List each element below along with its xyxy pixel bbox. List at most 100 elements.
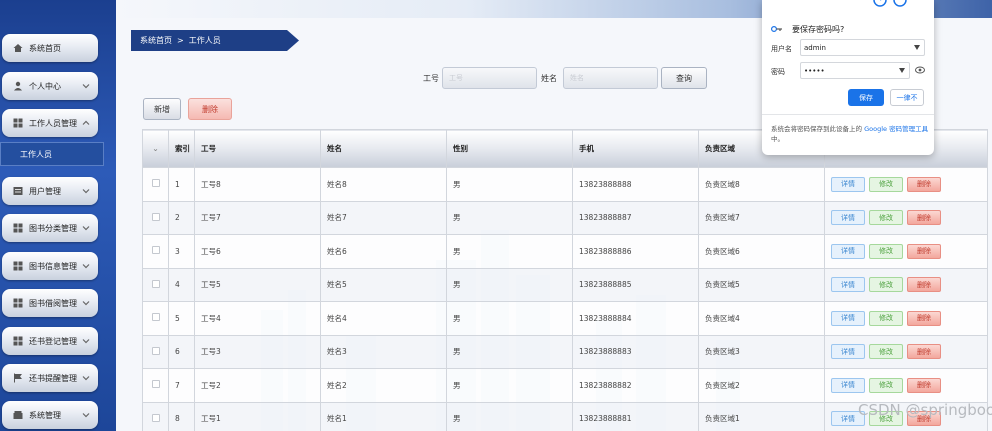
edit-button[interactable]: 修改 [869, 210, 903, 226]
grid-icon [13, 336, 23, 346]
username-label: 用户名 [771, 45, 792, 53]
sidebar-item[interactable]: 图书信息管理 [2, 252, 98, 280]
table-row[interactable]: 7 工号2 姓名2 男 13823888882 负责区域2 详情 修改 删除 [142, 368, 988, 403]
cell-name: 姓名3 [320, 334, 447, 369]
sidebar-item[interactable]: 还书提醒管理 [2, 364, 98, 392]
table-row[interactable]: 5 工号4 姓名4 男 13823888884 负责区域4 详情 修改 删除 [142, 301, 988, 336]
delete-button[interactable]: 删除 [907, 310, 941, 326]
cell-phone: 13823888886 [572, 234, 699, 269]
row-checkbox[interactable] [151, 179, 160, 188]
sidebar: 系统首页个人中心工作人员管理 用户管理图书分类管理 图书信息管理图书借阅管理还书登记… [0, 0, 116, 431]
edit-button[interactable]: 修改 [869, 243, 903, 259]
chevron-down-icon[interactable] [81, 410, 91, 420]
chevron-up-icon[interactable] [81, 118, 91, 128]
sidebar-item[interactable]: 用户管理 [2, 177, 98, 205]
sidebar-item-label: 系统管理 [29, 410, 61, 420]
dropdown-caret-icon[interactable] [914, 45, 920, 50]
detail-button[interactable]: 详情 [831, 176, 865, 192]
cell-phone: 13823888884 [572, 301, 699, 336]
chevron-down-icon[interactable] [81, 261, 91, 271]
column-header[interactable]: ⌄ [142, 129, 169, 168]
sidebar-item[interactable]: 个人中心 [2, 72, 98, 100]
table-row[interactable]: 2 工号7 姓名7 男 13823888887 负责区域7 详情 修改 删除 [142, 200, 988, 235]
row-checkbox[interactable] [151, 413, 160, 422]
cell-id: 工号2 [194, 368, 321, 403]
watermark: CSDN @springboot666666 [858, 401, 992, 419]
chevron-down-icon[interactable] [81, 223, 91, 233]
chevron-down-icon[interactable] [81, 298, 91, 308]
cell-id: 工号5 [194, 267, 321, 302]
edit-button[interactable]: 修改 [869, 377, 903, 393]
edit-button[interactable]: 修改 [869, 310, 903, 326]
sidebar-item[interactable]: 图书借阅管理 [2, 289, 98, 317]
row-checkbox[interactable] [151, 313, 160, 322]
delete-button[interactable]: 删除 [907, 210, 941, 226]
sidebar-item[interactable]: 系统管理 [2, 401, 98, 429]
table-row[interactable]: 3 工号6 姓名6 男 13823888886 负责区域6 详情 修改 删除 [142, 234, 988, 269]
sidebar-subitem-staff[interactable]: 工作人员 [0, 142, 104, 166]
row-checkbox[interactable] [151, 346, 160, 355]
sidebar-item[interactable]: 工作人员管理 [2, 109, 98, 137]
detail-button[interactable]: 详情 [831, 377, 865, 393]
cell-id: 工号7 [194, 200, 321, 235]
row-checkbox[interactable] [151, 380, 160, 389]
cell-index: 6 [168, 334, 195, 369]
row-checkbox[interactable] [151, 246, 160, 255]
table-row[interactable]: 6 工号3 姓名3 男 13823888883 负责区域3 详情 修改 删除 [142, 334, 988, 369]
detail-button[interactable]: 详情 [831, 210, 865, 226]
chevron-down-icon[interactable] [81, 336, 91, 346]
edit-button[interactable]: 修改 [869, 344, 903, 360]
detail-button[interactable]: 详情 [831, 277, 865, 293]
dropdown-caret-icon[interactable] [899, 68, 905, 73]
delete-button[interactable]: 删除 [907, 243, 941, 259]
column-header-label: 姓名 [327, 144, 342, 153]
detail-button[interactable]: 详情 [831, 243, 865, 259]
cell-phone: 13823888888 [572, 167, 699, 202]
chevron-down-icon[interactable] [81, 373, 91, 383]
sidebar-item[interactable]: 系统首页 [2, 34, 98, 62]
eye-icon[interactable] [915, 66, 925, 74]
chevron-down-icon[interactable] [81, 81, 91, 91]
cell-id: 工号6 [194, 234, 321, 269]
sidebar-item-label: 图书借阅管理 [29, 298, 77, 308]
cell-index: 5 [168, 301, 195, 336]
edit-button[interactable]: 修改 [869, 277, 903, 293]
cell-gender: 男 [446, 401, 573, 431]
never-save-button[interactable]: 一律不 [890, 89, 924, 106]
detail-button[interactable]: 详情 [831, 310, 865, 326]
delete-button[interactable]: 删除 [907, 277, 941, 293]
query-button[interactable]: 查询 [661, 67, 707, 89]
cell-actions: 详情 修改 删除 [824, 167, 988, 202]
table-row[interactable]: 1 工号8 姓名8 男 13823888888 负责区域8 详情 修改 删除 [142, 167, 988, 202]
popup-divider [762, 114, 934, 115]
cell-index: 7 [168, 368, 195, 403]
cell-area: 负责区域8 [698, 167, 825, 202]
column-header: 索引 [168, 129, 195, 168]
username-field[interactable]: admin [800, 39, 925, 56]
password-manager-link[interactable]: Google 密码管理工具 [864, 125, 928, 133]
id-search-input[interactable] [442, 67, 537, 89]
batch-delete-button[interactable]: 删除 [188, 98, 232, 120]
select-all-sort-icon[interactable]: ⌄ [152, 144, 158, 153]
breadcrumb-home[interactable]: 系统首页 [140, 35, 172, 46]
delete-button[interactable]: 删除 [907, 377, 941, 393]
row-checkbox[interactable] [151, 212, 160, 221]
save-password-button[interactable]: 保存 [848, 89, 884, 106]
password-field[interactable]: ••••• [800, 62, 910, 79]
delete-button[interactable]: 删除 [907, 176, 941, 192]
detail-button[interactable]: 详情 [831, 344, 865, 360]
cell-name: 姓名1 [320, 401, 447, 431]
sidebar-item[interactable]: 图书分类管理 [2, 214, 98, 242]
edit-button[interactable]: 修改 [869, 176, 903, 192]
cell-area: 负责区域2 [698, 368, 825, 403]
add-button[interactable]: 新增 [143, 98, 181, 120]
cell-phone: 13823888887 [572, 200, 699, 235]
grid-icon [13, 223, 23, 233]
username-value: admin [804, 43, 826, 52]
name-search-input[interactable] [563, 67, 658, 89]
delete-button[interactable]: 删除 [907, 344, 941, 360]
table-row[interactable]: 4 工号5 姓名5 男 13823888885 负责区域5 详情 修改 删除 [142, 267, 988, 302]
chevron-down-icon[interactable] [81, 186, 91, 196]
sidebar-item[interactable]: 还书登记管理 [2, 327, 98, 355]
row-checkbox[interactable] [151, 279, 160, 288]
